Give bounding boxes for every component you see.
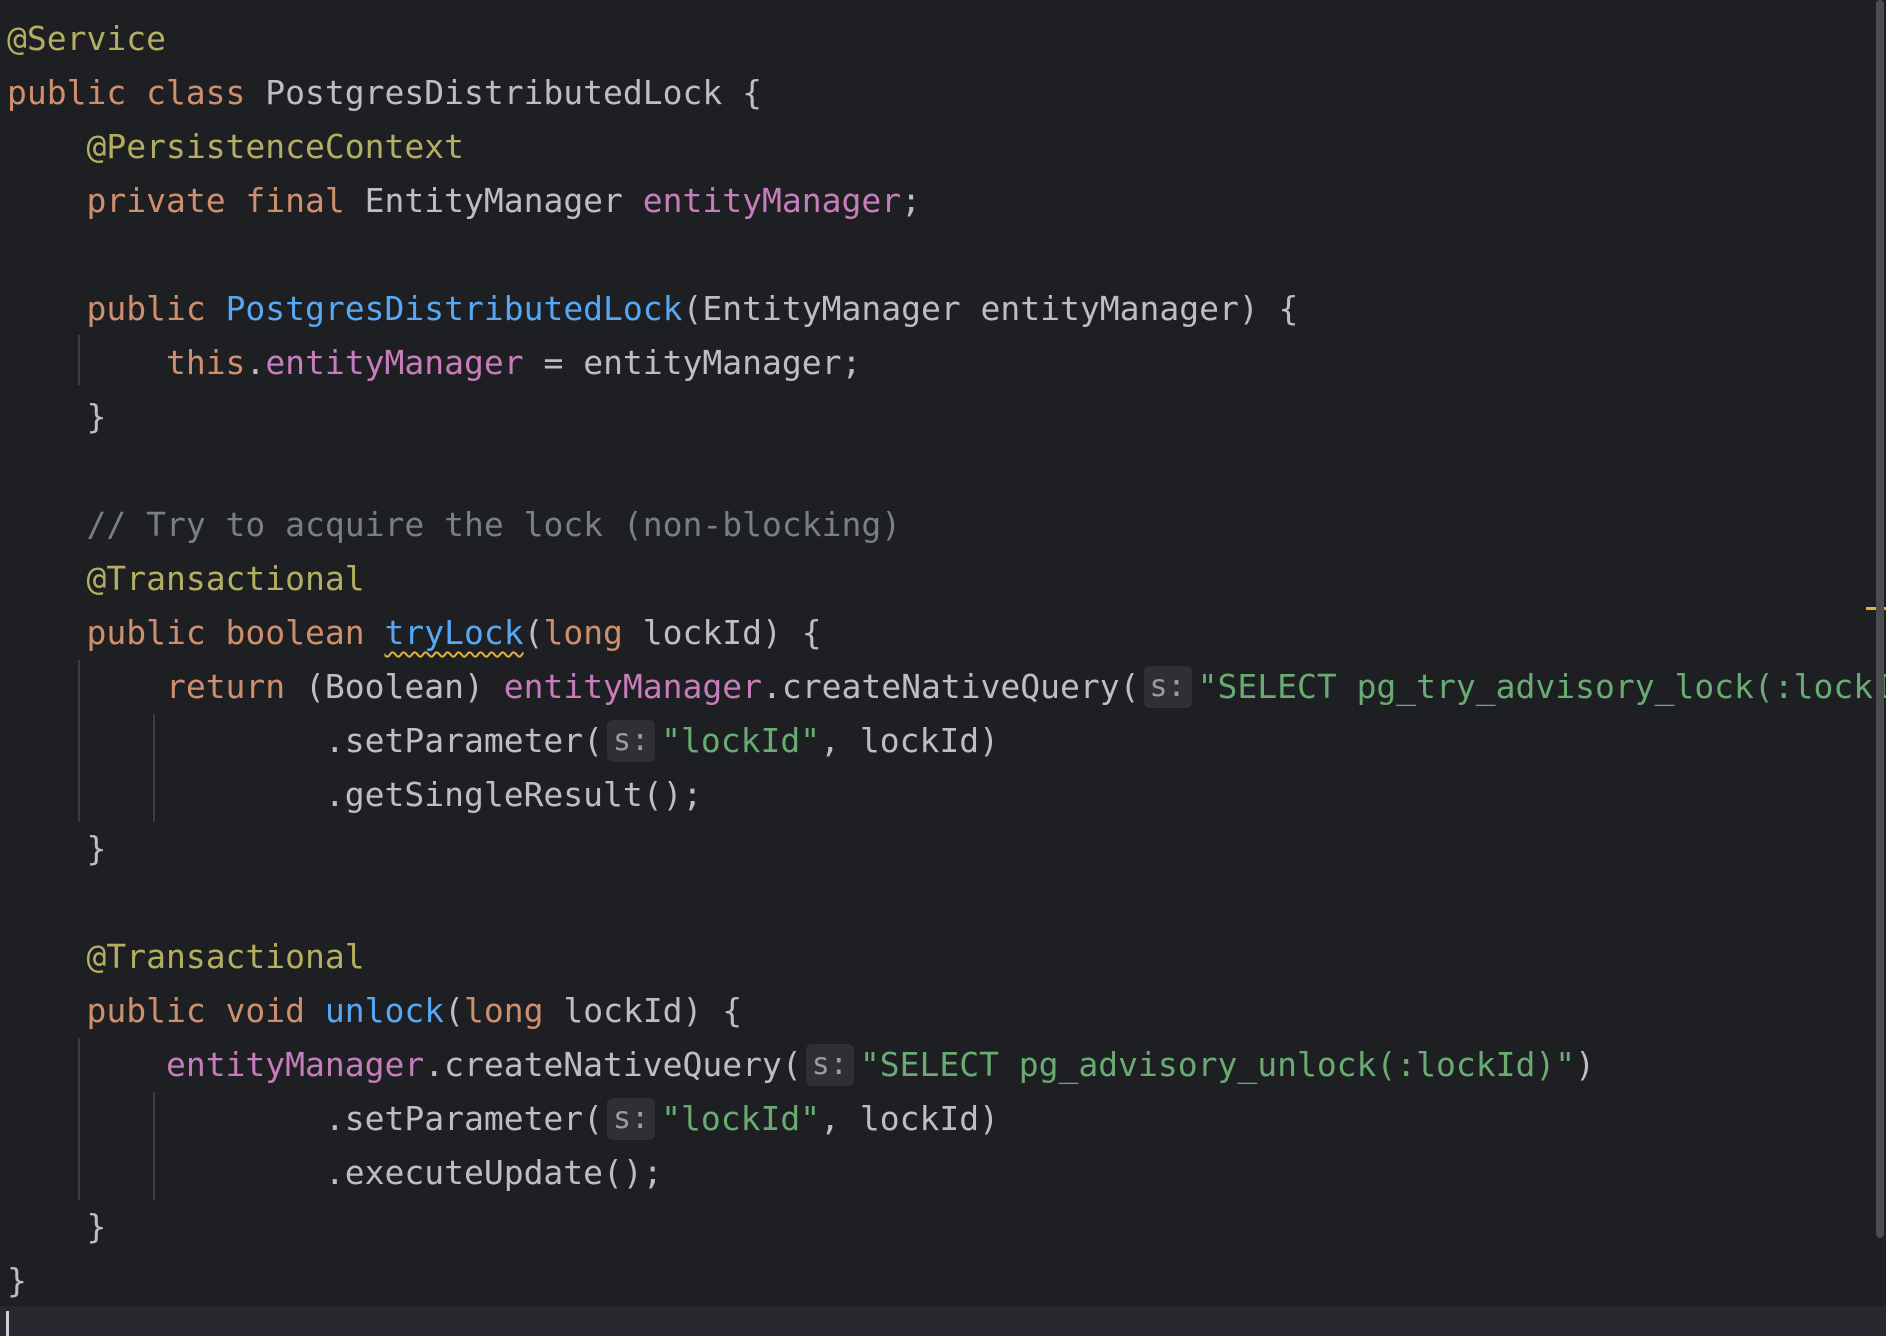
code-token: long — [464, 991, 564, 1030]
indent-guide — [78, 660, 80, 822]
indent-guide — [153, 714, 155, 822]
text-caret — [6, 1311, 9, 1336]
code-line[interactable]: .getSingleResult(); — [7, 768, 703, 822]
code-token: PostgresDistributedLock — [225, 289, 683, 328]
code-line[interactable]: return (Boolean) entityManager.createNat… — [7, 660, 1886, 714]
code-line[interactable]: .setParameter(s: "lockId", lockId) — [7, 1092, 999, 1146]
code-editor[interactable]: @Service public class PostgresDistributed… — [0, 0, 1886, 1336]
current-line-highlight — [0, 1306, 1886, 1336]
code-line[interactable]: // Try to acquire the lock (non-blocking… — [7, 498, 901, 552]
code-line[interactable]: public class PostgresDistributedLock { — [7, 66, 762, 120]
code-token: return — [165, 667, 306, 706]
parameter-hint: s: — [607, 1098, 656, 1140]
code-token: .executeUpdate(); — [324, 1153, 663, 1192]
code-token: } — [7, 1261, 27, 1300]
code-token: = entityManager; — [523, 343, 862, 382]
parameter-hint: s: — [607, 720, 656, 762]
code-token: } — [7, 397, 107, 436]
code-token: "lockId" — [661, 721, 821, 760]
code-token: unlock — [324, 991, 445, 1030]
code-token: .getSingleResult(); — [324, 775, 703, 814]
code-token: .createNativeQuery( — [762, 667, 1140, 706]
code-token: .createNativeQuery( — [424, 1045, 802, 1084]
code-line[interactable]: } — [7, 1200, 106, 1254]
code-token: } — [7, 1207, 107, 1246]
code-token: public class — [7, 73, 266, 112]
code-token: entityManager — [265, 343, 524, 382]
code-token: // Try to acquire the lock (non-blocking… — [86, 505, 902, 544]
code-token: PostgresDistributedLock { — [265, 73, 762, 112]
code-token: public boolean — [86, 613, 385, 652]
code-line[interactable]: public PostgresDistributedLock(EntityMan… — [7, 282, 1298, 336]
code-line[interactable]: this.entityManager = entityManager; — [7, 336, 861, 390]
code-token: ; — [901, 181, 921, 220]
code-token: @Service — [7, 19, 166, 58]
code-token: private final — [86, 181, 365, 220]
code-line[interactable]: @PersistenceContext — [7, 120, 464, 174]
code-line[interactable]: @Transactional — [7, 552, 365, 606]
code-line[interactable]: .executeUpdate(); — [7, 1146, 663, 1200]
code-token: entityManager — [642, 181, 902, 220]
code-token: ( — [523, 613, 544, 652]
code-token: entityManager — [165, 1045, 425, 1084]
code-line[interactable]: entityManager.createNativeQuery(s: "SELEC… — [7, 1038, 1595, 1092]
code-token: "SELECT pg_advisory_unlock(:lockId)" — [859, 1045, 1576, 1084]
indent-guide — [153, 1092, 155, 1200]
code-line[interactable]: } — [7, 1254, 27, 1308]
code-line[interactable]: private final EntityManager entityManage… — [7, 174, 921, 228]
code-token: "lockId" — [661, 1099, 821, 1138]
code-line[interactable]: public boolean tryLock(long lockId) { — [7, 606, 822, 660]
code-token: lockId) { — [642, 613, 822, 652]
code-token: this — [165, 343, 246, 382]
code-token: EntityManager — [364, 181, 643, 220]
code-line[interactable]: public void unlock(long lockId) { — [7, 984, 742, 1038]
code-line[interactable]: @Transactional — [7, 930, 365, 984]
code-token-warning: tryLock — [384, 613, 524, 652]
code-token: lockId) { — [563, 991, 743, 1030]
code-token: ) — [1575, 1045, 1595, 1084]
code-token: } — [7, 829, 107, 868]
code-line[interactable]: } — [7, 822, 106, 876]
code-token: , lockId) — [820, 721, 999, 760]
vertical-scrollbar[interactable] — [1876, 0, 1884, 1238]
indent-guide — [78, 335, 80, 385]
code-token: ( — [444, 991, 464, 1030]
code-token: . — [245, 343, 266, 382]
code-token: .setParameter( — [324, 1099, 604, 1138]
parameter-hint: s: — [805, 1044, 854, 1086]
code-line[interactable]: } — [7, 390, 106, 444]
code-token: @Transactional — [86, 937, 365, 976]
code-token: @PersistenceContext — [86, 127, 464, 166]
code-line[interactable]: @Service — [7, 12, 166, 66]
code-token: , lockId) — [820, 1099, 999, 1138]
indent-guide — [78, 1038, 80, 1200]
code-line[interactable]: .setParameter(s: "lockId", lockId) — [7, 714, 999, 768]
code-token: public void — [86, 991, 325, 1030]
code-token: .setParameter( — [324, 721, 604, 760]
code-token: public — [86, 289, 226, 328]
code-token: @Transactional — [86, 559, 365, 598]
code-token: long — [543, 613, 643, 652]
code-token: (EntityManager entityManager) { — [682, 289, 1299, 328]
code-token: "SELECT pg_try_advisory_lock(:lockId)" — [1197, 667, 1886, 706]
parameter-hint: s: — [1143, 666, 1192, 708]
code-token: entityManager — [503, 667, 762, 706]
code-token: (Boolean) — [305, 667, 504, 706]
